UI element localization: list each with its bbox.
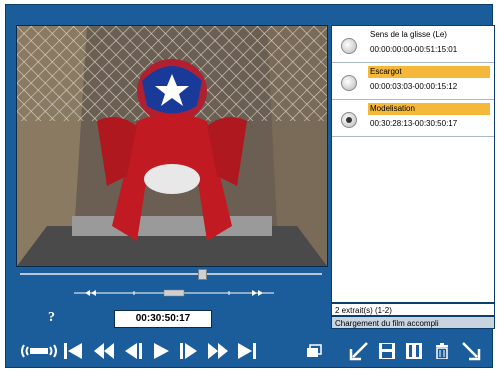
clip-title: Modelisation xyxy=(368,103,490,115)
jog-shuttle[interactable] xyxy=(74,288,274,298)
timecode-display: 00:30:50:17 xyxy=(114,310,212,328)
list-item[interactable]: Sens de la glisse (Le) 00:00:00:00-00:51… xyxy=(332,26,494,63)
clip-time: 00:00:03:03-00:00:15:12 xyxy=(370,82,458,91)
save-icon xyxy=(379,343,395,359)
clip-time: 00:30:28:13-00:30:50:17 xyxy=(370,119,458,128)
list-item[interactable]: Modelisation 00:30:28:13-00:30:50:17 xyxy=(332,100,494,137)
clip-title: Sens de la glisse (Le) xyxy=(370,30,447,39)
sound-button[interactable] xyxy=(20,340,58,362)
clip-time: 00:00:00:00-00:51:15:01 xyxy=(370,45,458,54)
step-forward-icon xyxy=(180,343,197,359)
mark-out-button[interactable] xyxy=(460,340,482,362)
rewind-button[interactable] xyxy=(92,340,116,362)
clip-title: Escargot xyxy=(368,66,490,78)
step-back-button[interactable] xyxy=(122,340,144,362)
jog-thumb xyxy=(163,289,185,297)
video-frame-image xyxy=(17,26,327,266)
seek-bar[interactable] xyxy=(20,273,322,275)
help-button[interactable]: ? xyxy=(48,310,55,326)
film-button[interactable] xyxy=(403,340,425,362)
fast-forward-button[interactable] xyxy=(206,340,230,362)
sound-icon xyxy=(21,344,57,358)
clip-count: 2 extrait(s) (1-2) xyxy=(331,303,495,316)
window-icon xyxy=(307,344,322,357)
go-end-button[interactable] xyxy=(236,340,258,362)
delete-button[interactable] xyxy=(432,340,452,362)
trash-icon xyxy=(436,343,448,359)
go-end-icon xyxy=(238,343,256,359)
play-button[interactable] xyxy=(150,340,172,362)
film-icon xyxy=(406,343,422,359)
step-back-icon xyxy=(125,343,142,359)
clips-list: Sens de la glisse (Le) 00:00:00:00-00:51… xyxy=(331,25,495,303)
go-start-icon xyxy=(64,343,82,359)
mark-in-button[interactable] xyxy=(348,340,370,362)
save-button[interactable] xyxy=(376,340,398,362)
video-display[interactable] xyxy=(16,25,328,267)
go-start-button[interactable] xyxy=(62,340,84,362)
mark-in-icon xyxy=(349,342,368,361)
rewind-fast-icon xyxy=(94,343,114,359)
list-item[interactable]: Escargot 00:00:03:03-00:00:15:12 xyxy=(332,63,494,100)
clip-radio[interactable] xyxy=(341,112,357,128)
player-window: ? 00:30:50:17 Sens de la glisse (Le) 00:… xyxy=(5,4,495,368)
clip-radio[interactable] xyxy=(341,38,357,54)
status-bar: Chargement du film accompli xyxy=(331,316,495,329)
mark-out-icon xyxy=(462,342,481,361)
clip-radio[interactable] xyxy=(341,75,357,91)
seek-thumb[interactable] xyxy=(198,269,207,280)
fast-forward-icon xyxy=(208,343,228,359)
play-icon xyxy=(154,343,169,359)
step-forward-button[interactable] xyxy=(178,340,200,362)
window-button[interactable] xyxy=(304,340,324,362)
